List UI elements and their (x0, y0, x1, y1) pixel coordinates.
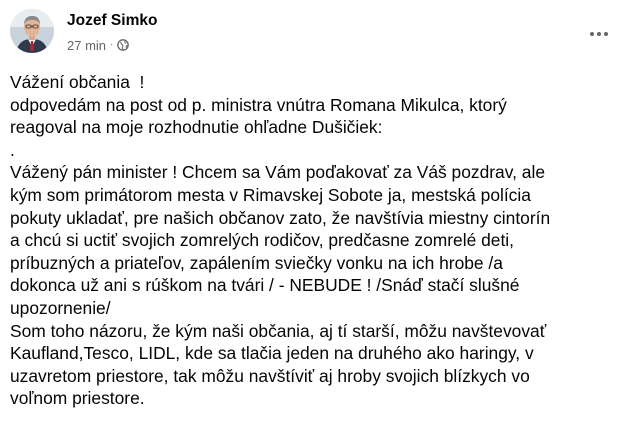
author-avatar[interactable] (10, 9, 54, 53)
profile-photo-icon (10, 9, 54, 53)
post-text-line: upozornenie/ (10, 297, 111, 318)
meta-separator: · (110, 39, 114, 50)
globe-icon[interactable] (117, 39, 130, 51)
post-text-line: uzavretom priestore, tak môžu navštíviť … (10, 365, 530, 386)
post-text-line: Vážení občania ! (10, 72, 145, 92)
post-meta: 27 min · (67, 36, 130, 54)
author-name[interactable]: Jozef Simko (67, 11, 157, 31)
post-text-line: príbuzných a priateľov, zapálením sviečk… (10, 252, 503, 273)
post-timestamp[interactable]: 27 min (67, 38, 106, 53)
post-text-line: odpovedám na post od p. ministra vnútra … (10, 94, 507, 115)
post-text-line: kým som primátorom mesta v Rimavskej Sob… (10, 184, 531, 205)
post-body: Vážení občania ! odpovedám na post od p.… (10, 71, 615, 410)
post-text-line: dokonca už ani s rúškom na tvári / - NEB… (10, 275, 520, 296)
more-options-icon (590, 32, 594, 36)
post-text-line: . (10, 139, 15, 160)
post-text-line: a chcú si uctiť svojich zomrelých rodičo… (10, 230, 514, 251)
post-text-line: Kaufland,Tesco, LIDL, kde sa tlačia jede… (10, 343, 534, 364)
post-card: Jozef Simko 27 min · Vážení občania ! od… (0, 0, 625, 448)
post-text-line: Vážený pán minister ! Chcem sa Vám poďak… (10, 162, 545, 183)
post-text-line: pokuty ukladať, pre našich občanov zato,… (10, 207, 551, 228)
post-text-line: reagoval na moje rozhodnutie ohľadne Duš… (10, 117, 383, 138)
more-options-dot (604, 32, 608, 36)
post-text-line: Som toho názoru, že kým naši občania, aj… (10, 320, 547, 341)
more-options-dot (597, 32, 601, 36)
more-options-button[interactable] (583, 20, 615, 48)
post-text-line: voľnom priestore. (10, 388, 145, 409)
